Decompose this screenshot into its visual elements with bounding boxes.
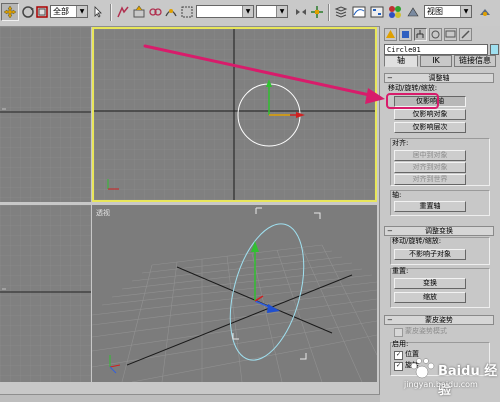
select-move-icon[interactable] bbox=[1, 3, 19, 21]
rollout-title: 调整变换 bbox=[425, 227, 453, 235]
curve-editor-icon[interactable] bbox=[350, 3, 368, 21]
command-panel: Circle01 轴 IK 链接信息 − 调整轴 移动/旋转/缩放: 仅影响轴 … bbox=[379, 26, 500, 401]
skin-pose-mode-label: 蒙皮姿势模式 bbox=[405, 327, 447, 335]
perspective-grid bbox=[92, 207, 377, 382]
utilities-tab-icon[interactable] bbox=[459, 28, 472, 41]
align-icon[interactable] bbox=[308, 3, 326, 21]
watermark: Baidu 经验 jingyan.baidu.com bbox=[398, 358, 500, 398]
chevron-down-icon: ▼ bbox=[76, 6, 87, 17]
selection-filter-value: 全部 bbox=[53, 7, 69, 16]
watermark-url: jingyan.baidu.com bbox=[404, 380, 478, 389]
modify-tab-icon[interactable] bbox=[399, 28, 412, 41]
create-tab-icon[interactable] bbox=[384, 28, 397, 41]
named-selection-dropdown[interactable]: ▼ bbox=[256, 5, 288, 18]
skin-pose-rollout-header[interactable]: − 蒙皮姿势 bbox=[384, 315, 494, 325]
enabled-label: 启用: bbox=[392, 340, 409, 348]
viewport-top[interactable] bbox=[0, 27, 91, 202]
viewport-left[interactable] bbox=[0, 205, 91, 382]
adjust-pivot-rollout-header[interactable]: − 调整轴 bbox=[384, 73, 494, 83]
window-crossing-icon[interactable] bbox=[178, 3, 196, 21]
align-label: 对齐: bbox=[392, 139, 409, 147]
skin-pose-mode-checkbox[interactable] bbox=[394, 328, 403, 337]
hierarchy-tab-icon[interactable] bbox=[414, 28, 427, 41]
chevron-down-icon: ▼ bbox=[460, 6, 471, 17]
reset-pivot-button[interactable]: 重置轴 bbox=[394, 201, 466, 212]
viewport-label[interactable]: 透视 bbox=[96, 208, 110, 218]
baidu-paw-logo bbox=[410, 358, 435, 379]
move-rotate-scale-label: 移动/旋转/缩放: bbox=[392, 237, 442, 245]
viewport-grid bbox=[0, 27, 91, 202]
collapse-icon: − bbox=[387, 227, 393, 235]
panel-tab-strip bbox=[384, 28, 496, 42]
tab-link-info[interactable]: 链接信息 bbox=[454, 55, 496, 67]
tab-ik[interactable]: IK bbox=[420, 55, 452, 67]
scale-icon[interactable] bbox=[33, 3, 51, 21]
render-setup-icon[interactable] bbox=[404, 3, 422, 21]
viewport-perspective[interactable]: 透视 bbox=[92, 205, 377, 382]
circle-object-perspective[interactable] bbox=[217, 216, 317, 368]
layer-icon[interactable] bbox=[332, 3, 350, 21]
align-to-object-button[interactable]: 对齐到对象 bbox=[394, 162, 466, 173]
align-to-world-button[interactable]: 对齐到世界 bbox=[394, 174, 466, 185]
rollout-title: 蒙皮姿势 bbox=[425, 316, 453, 324]
pivot-label: 轴: bbox=[392, 191, 402, 199]
render-view-dropdown[interactable]: 视图 ▼ bbox=[424, 5, 472, 18]
chevron-down-icon: ▼ bbox=[242, 6, 253, 17]
select-icon[interactable] bbox=[90, 3, 108, 21]
object-name-field[interactable]: Circle01 bbox=[384, 44, 488, 55]
reset-label: 重置: bbox=[392, 267, 409, 275]
affect-object-only-button[interactable]: 仅影响对象 bbox=[394, 109, 466, 120]
collapse-icon: − bbox=[387, 316, 393, 324]
reset-scale-button[interactable]: 缩放 bbox=[394, 292, 466, 303]
move-rotate-scale-label: 移动/旋转/缩放: bbox=[388, 84, 438, 92]
chevron-down-icon: ▼ bbox=[276, 6, 287, 17]
tab-pivot[interactable]: 轴 bbox=[384, 55, 418, 67]
dont-affect-children-button[interactable]: 不影响子对象 bbox=[394, 249, 466, 260]
quick-render-icon[interactable] bbox=[476, 3, 494, 21]
reset-transform-button[interactable]: 变换 bbox=[394, 278, 466, 289]
watermark-brand: Baidu 经验 bbox=[438, 364, 498, 398]
affect-hierarchy-only-button[interactable]: 仅影响层次 bbox=[394, 122, 466, 133]
reference-coord-dropdown[interactable]: ▼ bbox=[196, 5, 254, 18]
object-color-swatch[interactable] bbox=[490, 44, 499, 55]
rollout-title: 调整轴 bbox=[428, 74, 450, 82]
viewport-grid bbox=[0, 205, 91, 382]
schematic-view-icon[interactable] bbox=[368, 3, 386, 21]
display-tab-icon[interactable] bbox=[444, 28, 457, 41]
adjust-transform-rollout-header[interactable]: − 调整变换 bbox=[384, 226, 494, 236]
render-view-value: 视图 bbox=[427, 7, 443, 16]
main-toolbar: 全部 ▼ ▼ ▼ 视图 ▼ bbox=[0, 0, 500, 27]
material-editor-icon[interactable] bbox=[386, 3, 404, 21]
motion-tab-icon[interactable] bbox=[429, 28, 442, 41]
highlight-box bbox=[386, 93, 439, 109]
collapse-icon: − bbox=[387, 74, 393, 82]
viewport-front-active[interactable] bbox=[92, 27, 377, 202]
selection-filter-dropdown[interactable]: 全部 ▼ bbox=[50, 5, 88, 18]
center-to-object-button[interactable]: 居中到对象 bbox=[394, 150, 466, 161]
viewport-grid bbox=[94, 29, 375, 200]
